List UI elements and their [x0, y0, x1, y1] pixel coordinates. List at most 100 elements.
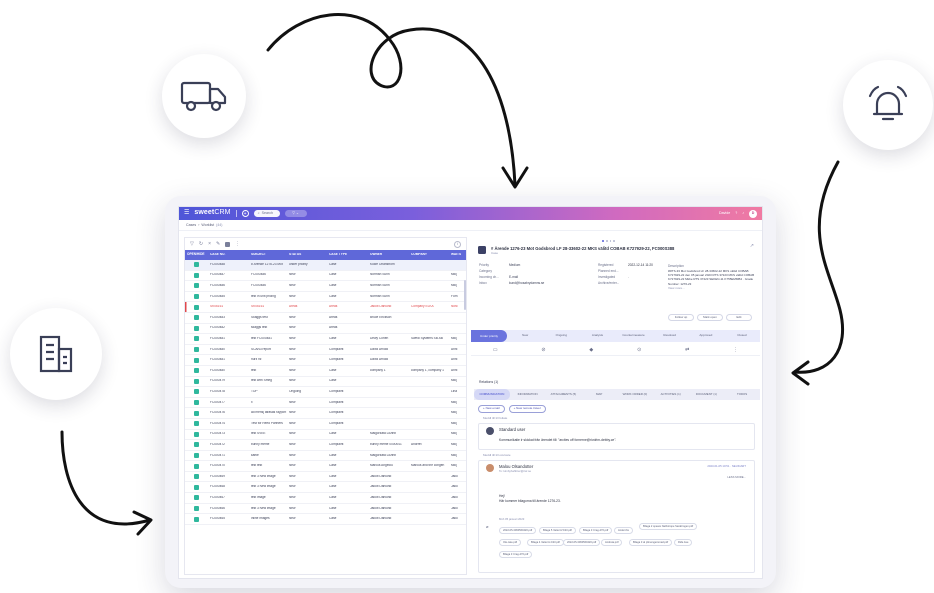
- table-row[interactable]: FC000480 SCAN3 report New Complaint David Ar…: [185, 345, 466, 356]
- table-row[interactable]: FC000481 test FC000481 New Case Dewy Cohen Sw…: [185, 334, 466, 345]
- status-icon[interactable]: [194, 294, 199, 300]
- status-icon[interactable]: [194, 357, 199, 363]
- tab-attachments[interactable]: ATTACHMENTS (5): [546, 393, 582, 396]
- less-more-link[interactable]: LESS MORE...: [727, 475, 746, 479]
- scrollbar[interactable]: [464, 280, 466, 310]
- more-icon[interactable]: ⋮: [733, 347, 738, 353]
- col-header[interactable]: OWNER: [370, 253, 411, 257]
- tab-todos[interactable]: TODOS: [724, 393, 760, 396]
- pager-dots[interactable]: [602, 240, 616, 242]
- mark-open-button[interactable]: Mark open: [697, 314, 723, 321]
- new-remote-button[interactable]: + New remote travel: [508, 405, 546, 413]
- table-row[interactable]: FC000483 Skaggs test New Areas Bruce Erickso…: [185, 313, 466, 324]
- status-icon[interactable]: [194, 325, 199, 331]
- step-resolved[interactable]: Resolved: [652, 334, 688, 338]
- status-icon[interactable]: [194, 505, 199, 511]
- table-row[interactable]: FC000486 FC000486 New Case Norman Sunn Mikj: [185, 281, 466, 292]
- step-closed[interactable]: Closed: [724, 334, 760, 338]
- table-row[interactable]: FC000469 test 3 New image New Case Jakob Dah…: [185, 472, 466, 483]
- status-icon[interactable]: [194, 378, 199, 384]
- avatar[interactable]: D: [749, 209, 757, 218]
- more-icon[interactable]: ⋮: [235, 241, 240, 247]
- edit-icon[interactable]: ✎: [216, 241, 220, 247]
- step-countermeasure[interactable]: Countermeasure: [616, 334, 652, 338]
- col-header[interactable]: WAITS: [451, 253, 463, 257]
- attachment-chip[interactable]: Bilaga 2 speare Nathstrope Sarabrogen.pd…: [639, 523, 698, 530]
- email-card[interactable]: Malou Olsandotter To: kimbyhaftitruc@rwr…: [478, 460, 755, 573]
- col-header[interactable]: OPEN/HIDE: [185, 252, 210, 257]
- status-icon[interactable]: [194, 442, 199, 448]
- col-header[interactable]: SUBJECT: [251, 253, 289, 257]
- activity-icon[interactable]: ⊙: [637, 347, 641, 353]
- tab-map[interactable]: MAP: [581, 393, 617, 396]
- attachment-chip[interactable]: Bilaga 3 al plimengersroad.pdf: [629, 539, 673, 546]
- table-row[interactable]: FC000485 test in unit pricing New Case Norma…: [185, 292, 466, 303]
- attachment-chip[interactable]: 2022-05-3060560420.pdf: [499, 527, 537, 534]
- table-row[interactable]: FC000474 Test for Reed Partners New Complai…: [185, 419, 466, 430]
- status-icon[interactable]: [194, 400, 199, 406]
- table-row[interactable]: FC000481 hurz hz New Complaint David Arnold A…: [185, 355, 466, 366]
- table-row[interactable]: FC000482 skaggs test New Areas: [185, 324, 466, 335]
- attachment-chip[interactable]: Ride Ase: [674, 539, 693, 546]
- search-input[interactable]: ⌕ Search: [253, 210, 280, 217]
- status-icon[interactable]: [194, 484, 199, 490]
- tag-icon[interactable]: ◆: [589, 347, 593, 353]
- help-icon[interactable]: ?: [735, 211, 737, 215]
- brand-logo[interactable]: sweetCRM: [194, 209, 230, 217]
- status-icon[interactable]: [194, 283, 199, 289]
- attachment-chip[interactable]: Ole.cate.pdf: [499, 539, 521, 546]
- status-icon[interactable]: [194, 421, 199, 427]
- follow-up-button[interactable]: Follow up: [668, 314, 694, 321]
- table-row[interactable]: FC000480 test New Case company 1 company 1, c…: [185, 366, 466, 377]
- table-row[interactable]: SK06161 SK06161 Areas Areas Jakob Dahlund Com…: [185, 302, 466, 313]
- attachment-icon[interactable]: ⊘: [541, 347, 545, 353]
- view-more-link[interactable]: View more...: [668, 286, 756, 290]
- table-row[interactable]: FC000466 test 3 New image New Case Jakob Dah…: [185, 504, 466, 515]
- step-analysis[interactable]: Analysis: [579, 334, 615, 338]
- edit-button[interactable]: Edit: [726, 314, 752, 321]
- col-header[interactable]: COMPANY: [411, 253, 451, 257]
- message-card[interactable]: Standard user Kommunikatie ir skickat fr…: [478, 423, 755, 450]
- status-icon[interactable]: [194, 463, 199, 469]
- status-icon[interactable]: [194, 474, 199, 480]
- attachment-chip[interactable]: Andreta.pdf: [601, 539, 623, 546]
- col-header[interactable]: STATUS: [289, 253, 329, 257]
- table-row[interactable]: FC000477 x New Complaint Mikj: [185, 398, 466, 409]
- table-row[interactable]: FC000487 FC000486 New Case Norman Sunn Mikj: [185, 271, 466, 282]
- table-row[interactable]: FC000478 TOP Ongoing Complaint Lina: [185, 387, 466, 398]
- menu-icon[interactable]: ☰: [184, 210, 189, 217]
- table-row[interactable]: FC000470 test test New Case Marcus Angelou Ma…: [185, 461, 466, 472]
- attachment-chip[interactable]: Bilaga 4 Vatterni 2/23.pdf: [527, 539, 564, 546]
- filter-button[interactable]: ▽ ⌄: [284, 210, 307, 217]
- status-icon[interactable]: [194, 368, 199, 374]
- table-row[interactable]: FC000471 kartie New Case Malgorzata Lozinb Mi…: [185, 451, 466, 462]
- attachment-chip[interactable]: 2022-05-3060560420.pdf: [563, 539, 601, 546]
- step-under-priority[interactable]: Under priority: [471, 330, 508, 342]
- status-icon[interactable]: [194, 347, 199, 353]
- status-icon[interactable]: [194, 410, 199, 416]
- status-icon[interactable]: [194, 495, 199, 501]
- table-row[interactable]: FC000488 # Ärende 1276-23 Mot under priori…: [185, 260, 466, 271]
- filter-icon[interactable]: ▽: [190, 241, 194, 247]
- table-row[interactable]: FC000467 test image New Case Jakob Dahlund Ja…: [185, 493, 466, 504]
- status-icon[interactable]: [194, 389, 199, 395]
- tab-information[interactable]: INFORMATION: [510, 393, 546, 396]
- table-row[interactable]: FC000473 test SVEE New Case Malgorzata Lozin…: [185, 430, 466, 441]
- columns-icon[interactable]: [225, 241, 231, 247]
- tab-communication[interactable]: COMMUNICATION: [474, 389, 510, 400]
- breadcrumb-root[interactable]: Cases: [186, 223, 196, 227]
- tab-document[interactable]: DOCUMENT (1): [689, 393, 725, 396]
- email-icon[interactable]: ▭: [493, 347, 498, 353]
- table-row[interactable]: FC000472 bunny meme New Complaint bunny meme…: [185, 440, 466, 451]
- status-icon[interactable]: [194, 304, 199, 310]
- status-icon[interactable]: [194, 262, 199, 268]
- add-icon[interactable]: +: [241, 210, 249, 217]
- status-icon[interactable]: [194, 516, 199, 522]
- table-row[interactable]: FC000465 inline images New Case Jakob Dahlun…: [185, 514, 466, 525]
- close-icon[interactable]: ×: [208, 241, 211, 247]
- step-new[interactable]: New: [507, 334, 543, 338]
- status-icon[interactable]: [194, 452, 199, 458]
- relations-heading[interactable]: Relations (1): [479, 380, 498, 384]
- attachment-chip[interactable]: Ander.tfw: [614, 527, 633, 534]
- status-icon[interactable]: [194, 272, 199, 278]
